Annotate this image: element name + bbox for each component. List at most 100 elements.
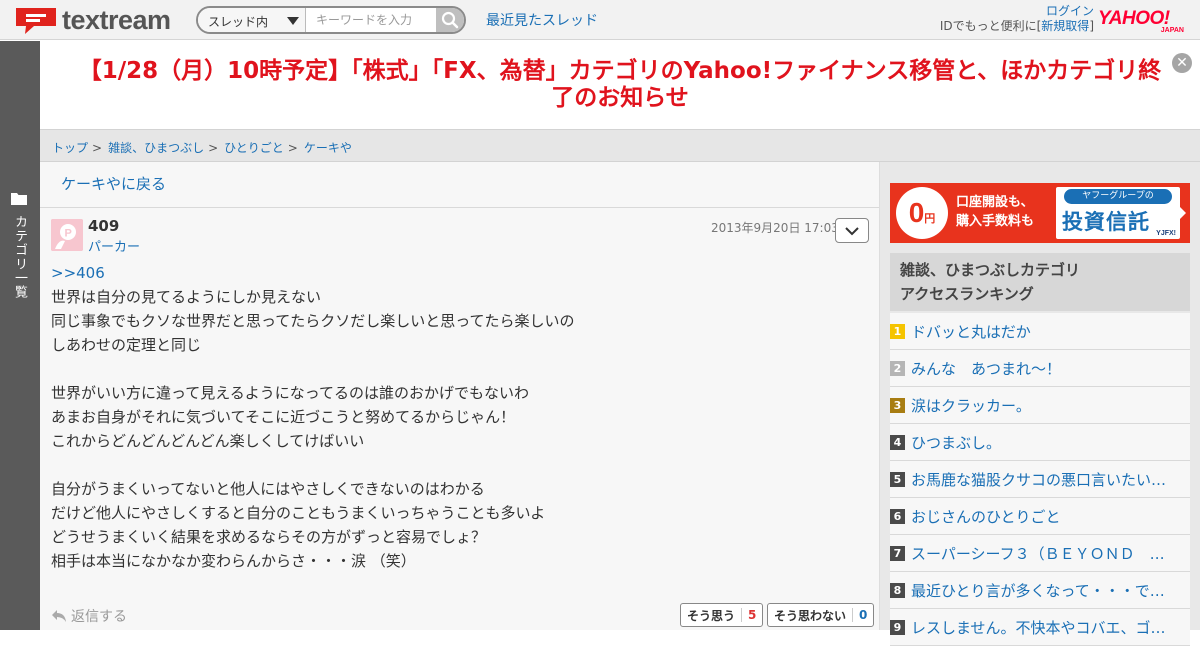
register-link[interactable]: 新規取得: [1041, 19, 1089, 33]
back-to-thread-link[interactable]: ケーキやに戻る: [40, 162, 879, 208]
ranking-title-line-2: アクセスランキング: [900, 285, 1034, 303]
login-link[interactable]: ログイン: [1046, 4, 1094, 18]
chevron-down-icon: [287, 17, 299, 25]
search-scope-label: スレッド内: [208, 15, 269, 29]
chevron-down-icon: [845, 226, 859, 235]
search-box: スレッド内: [196, 6, 466, 34]
ranking-item-title[interactable]: おじさんのひとりごと: [911, 506, 1061, 527]
reply-label: 返信する: [71, 609, 127, 625]
ad-text: 口座開設も、 購入手数料も: [956, 193, 1034, 231]
breadcrumb-item-top[interactable]: トップ: [52, 141, 88, 155]
post-text-line: 世界がいい方に違って見えるようになってるのは誰のおかげでもないわ: [51, 384, 530, 402]
rank-number-badge: 3: [890, 397, 905, 413]
rank-number-badge: 4: [890, 434, 905, 450]
site-header: textream スレッド内 最近見たスレッド ログイン IDでもっと便利に[新…: [0, 0, 1200, 40]
reply-anchor-link[interactable]: >>406: [51, 261, 851, 285]
rank-number-badge: 1: [890, 323, 905, 339]
ranking-item[interactable]: 2 みんな あつまれ～！: [890, 350, 1190, 387]
logo-text: textream: [62, 4, 171, 35]
rank-number-badge: 9: [890, 619, 905, 635]
ad-zero: 0: [908, 197, 925, 228]
ranking-item-title[interactable]: ドバッと丸はだか: [911, 321, 1031, 342]
ad-tag: ヤフーグループの: [1064, 189, 1172, 204]
id-prompt-text: IDでもっと便利に[: [939, 19, 1042, 33]
ranking-item[interactable]: 4 ひつまぶし。: [890, 424, 1190, 461]
search-input[interactable]: [306, 8, 436, 32]
agree-button[interactable]: そう思う 5: [680, 603, 764, 627]
avatar[interactable]: P: [51, 219, 83, 251]
yahoo-logo-sub: JAPAN: [1160, 27, 1184, 34]
breadcrumb-item-thread[interactable]: ケーキや: [304, 141, 352, 155]
search-button[interactable]: [436, 8, 464, 32]
post-text-line: しあわせの定理と同じ: [51, 336, 202, 354]
search-icon: [441, 11, 459, 29]
post-number: 409: [88, 217, 120, 235]
ad-product-name: 投資信託: [1062, 210, 1150, 234]
disagree-count: 0: [852, 608, 867, 622]
breadcrumb-separator: >: [92, 141, 103, 155]
agree-label: そう思う: [687, 608, 736, 623]
speech-bubble-logo-icon: [16, 8, 56, 34]
ad-arrow-icon: [1179, 206, 1186, 220]
post-body: >>406 世界は自分の見てるようにしか見えない 同じ事象でもクソな世界だと思っ…: [51, 261, 851, 573]
close-announcement-button[interactable]: ✕: [1172, 53, 1192, 73]
agree-count: 5: [741, 608, 756, 622]
ranking-title-line-1: 雑談、ひまつぶしカテゴリ: [900, 261, 1081, 279]
disagree-button[interactable]: そう思わない 0: [767, 603, 875, 627]
close-icon: ✕: [1176, 55, 1188, 71]
textream-logo[interactable]: textream: [14, 5, 171, 35]
ranking-item[interactable]: 5 お馬鹿な猫股クサコの悪口言いたい…: [890, 461, 1190, 498]
ranking-item[interactable]: 7 スーパーシーフ３（ＢＥＹＯＮＤ …: [890, 535, 1190, 572]
ranking-item[interactable]: 1 ドバッと丸はだか: [890, 313, 1190, 350]
post-menu-button[interactable]: [835, 218, 869, 243]
sidebar: 0円 口座開設も、 購入手数料も ヤフーグループの 投資信託 YJFX! 雑談、…: [880, 162, 1200, 646]
breadcrumb-item-subcategory[interactable]: ひとりごと: [224, 141, 284, 155]
ranking-item-title[interactable]: 涙はクラッカー。: [911, 395, 1031, 416]
ad-zero-yen-badge: 0円: [896, 187, 948, 239]
ranking-item-title[interactable]: スーパーシーフ３（ＢＥＹＯＮＤ …: [911, 543, 1165, 564]
post-text-line: どうせうまくいく結果を求めるならその方がずっと容易でしょ？: [51, 528, 487, 546]
announcement-banner: 【1/28（月）10時予定】「株式」「FX、為替」カテゴリのYahoo!ファイナ…: [40, 41, 1200, 129]
ranking-item-title[interactable]: みんな あつまれ～！: [911, 358, 1061, 379]
recent-threads-link[interactable]: 最近見たスレッド: [486, 10, 598, 30]
ranking-item[interactable]: 8 最近ひとり言が多くなって・・・で…: [890, 572, 1190, 609]
ranking-item-title[interactable]: お馬鹿な猫股クサコの悪口言いたい…: [911, 469, 1166, 490]
ranking-list: 1 ドバッと丸はだか 2 みんな あつまれ～！ 3 涙はクラッカー。 4 ひつまぶし。 5 お馬鹿…: [890, 313, 1190, 646]
post-timestamp: 2013年9月20日 17:03: [711, 221, 839, 235]
ranking-item-title[interactable]: ひつまぶし。: [911, 432, 1001, 453]
yahoo-logo-text: YAHOO!: [1098, 8, 1170, 29]
post-text-line: 相手は本当になかなか変わらんからさ・・・涙 （笑）: [51, 552, 416, 570]
yahoo-japan-logo[interactable]: YAHOO! JAPAN: [1098, 9, 1186, 35]
login-area: ログイン IDでもっと便利に[新規取得]: [940, 4, 1094, 34]
category-list-toggle[interactable]: カテゴリ一覧: [0, 41, 40, 630]
post-text-line: だけど他人にやさしくすると自分のこともうまくいっちゃうことも多いよ: [51, 504, 546, 522]
disagree-label: そう思わない: [774, 608, 847, 623]
ranking-item[interactable]: 6 おじさんのひとりごと: [890, 498, 1190, 535]
ranking-item[interactable]: 9 レスしません。不快本やコバエ、ゴ…: [890, 609, 1190, 646]
ranking-item-title[interactable]: 最近ひとり言が多くなって・・・で…: [911, 580, 1165, 601]
ranking-item[interactable]: 3 涙はクラッカー。: [890, 387, 1190, 424]
ranking-item-title[interactable]: レスしません。不快本やコバエ、ゴ…: [911, 617, 1166, 638]
reply-button[interactable]: 返信する: [51, 606, 127, 626]
post-text-line: これからどんどんどんどん楽しくしてけばいい: [51, 432, 365, 450]
post-text-line: 自分がうまくいってないと他人にはやさしくできないのはわかる: [51, 480, 485, 498]
ad-banner[interactable]: 0円 口座開設も、 購入手数料も ヤフーグループの 投資信託 YJFX!: [890, 183, 1190, 243]
main-content: ケーキやに戻る P 409 パーカー 2013年9月20日 17:03 >>40…: [40, 162, 880, 630]
breadcrumb-item-category[interactable]: 雑談、ひまつぶし: [108, 141, 204, 155]
category-list-label: カテゴリ一覧: [12, 215, 27, 299]
search-scope-select[interactable]: スレッド内: [198, 8, 306, 32]
post-item: P 409 パーカー 2013年9月20日 17:03 >>406 世界は自分の…: [40, 209, 879, 630]
rank-number-badge: 8: [890, 582, 905, 598]
post-text-line: [51, 453, 851, 477]
breadcrumb: トップ > 雑談、ひまつぶし > ひとりごと > ケーキや: [40, 129, 1200, 162]
folder-icon: [11, 193, 27, 205]
post-text-line: 同じ事象でもクソな世界だと思ってたらクソだし楽しいと思ってたら楽しいの: [51, 312, 575, 330]
post-text-line: 世界は自分の見てるようにしか見えない: [51, 288, 322, 306]
breadcrumb-separator: >: [287, 141, 298, 155]
rank-number-badge: 5: [890, 471, 905, 487]
ad-product-box: ヤフーグループの 投資信託 YJFX!: [1056, 187, 1180, 239]
announcement-text[interactable]: 【1/28（月）10時予定】「株式」「FX、為替」カテゴリのYahoo!ファイナ…: [40, 58, 1200, 112]
ad-yen: 円: [924, 213, 936, 225]
post-username[interactable]: パーカー: [88, 236, 140, 255]
id-prompt-suffix: ]: [1089, 19, 1094, 33]
